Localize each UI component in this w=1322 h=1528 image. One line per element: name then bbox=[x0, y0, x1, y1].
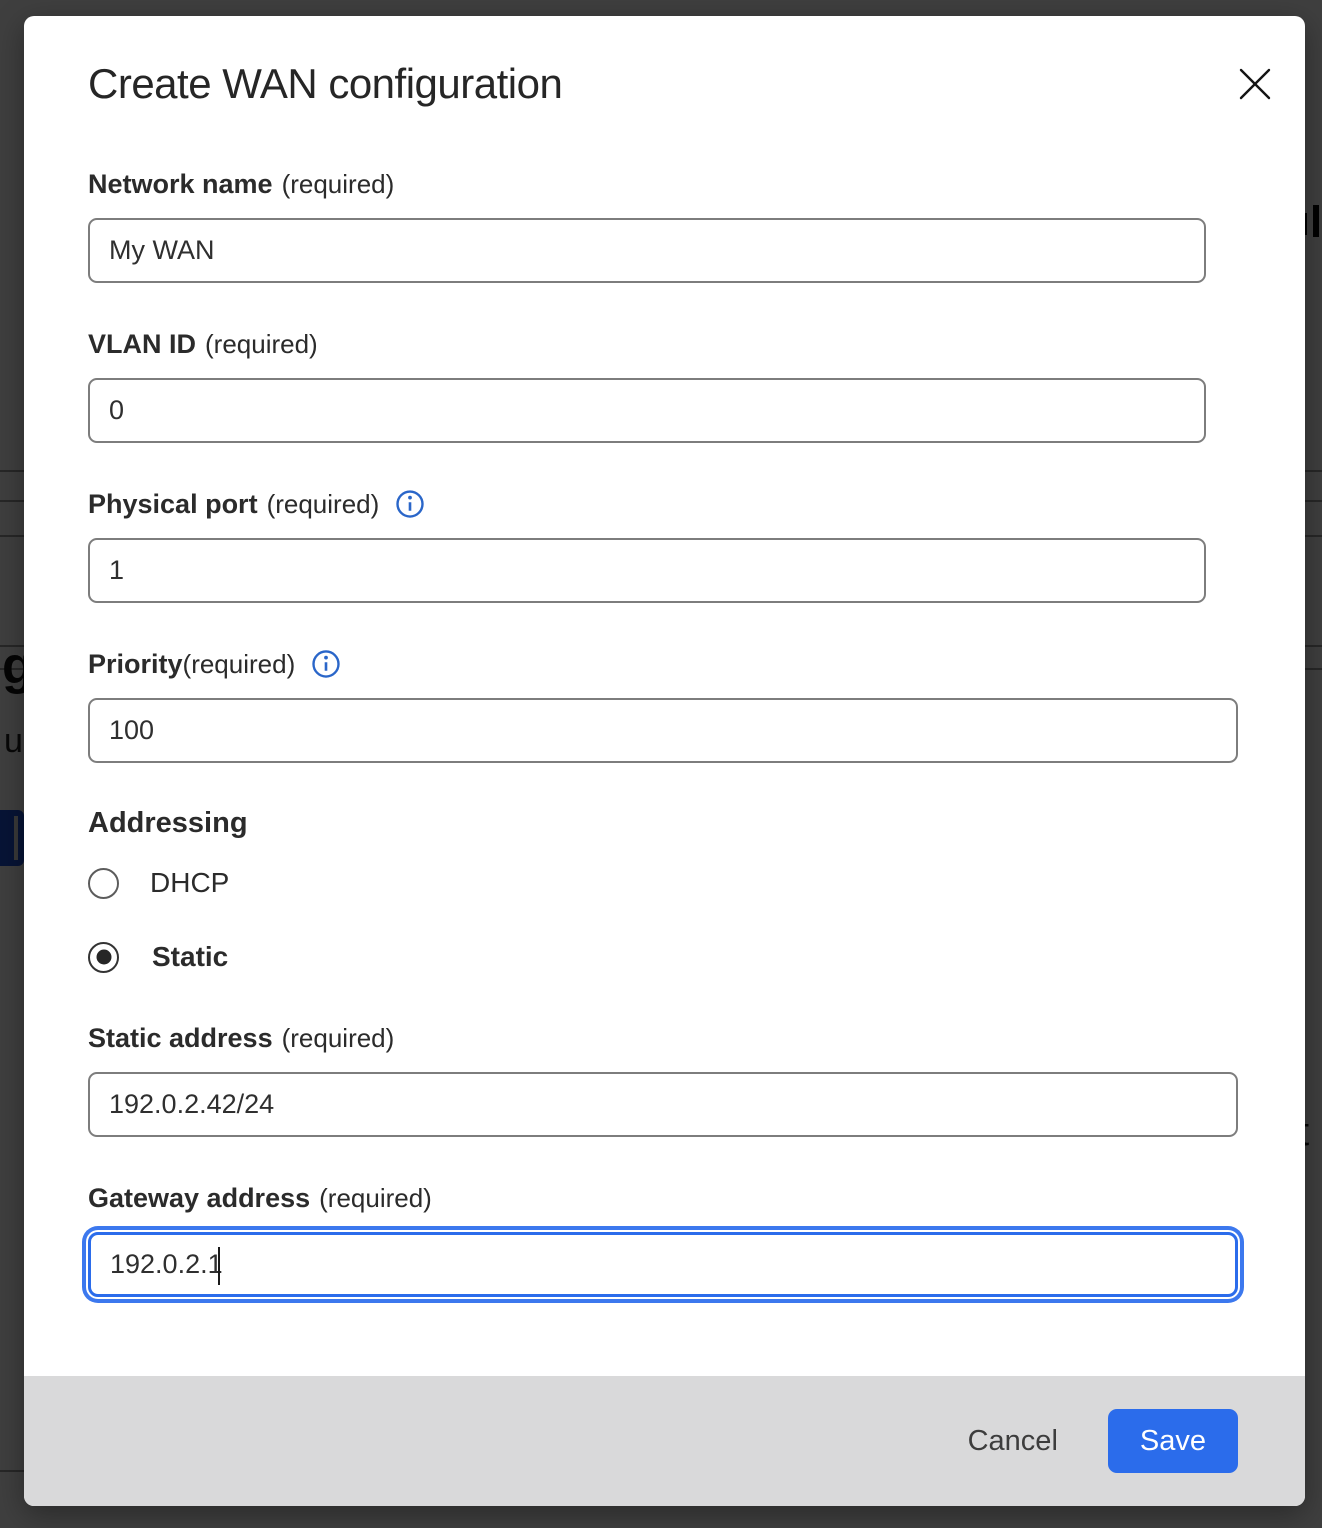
required-hint: (required) bbox=[319, 1182, 432, 1214]
addressing-option-static[interactable]: Static bbox=[88, 941, 1241, 973]
save-button[interactable]: Save bbox=[1108, 1409, 1238, 1473]
static-address-label-text: Static address bbox=[88, 1022, 273, 1054]
vlan-id-label-text: VLAN ID bbox=[88, 328, 196, 360]
priority-label: Priority (required) bbox=[88, 648, 1241, 680]
dialog-footer: Cancel Save bbox=[24, 1376, 1305, 1506]
gateway-address-input[interactable] bbox=[88, 1232, 1238, 1297]
vlan-id-input[interactable] bbox=[88, 378, 1206, 443]
physical-port-input[interactable] bbox=[88, 538, 1206, 603]
vlan-id-field-group: VLAN ID (required) bbox=[88, 328, 1241, 443]
close-icon bbox=[1238, 67, 1272, 101]
dhcp-radio-label: DHCP bbox=[150, 867, 229, 899]
network-name-field-group: Network name (required) bbox=[88, 168, 1241, 283]
network-name-label-text: Network name bbox=[88, 168, 273, 200]
physical-port-label-text: Physical port bbox=[88, 488, 258, 520]
dialog-title: Create WAN configuration bbox=[88, 60, 1241, 108]
static-address-label: Static address (required) bbox=[88, 1022, 1241, 1054]
priority-field-group: Priority (required) bbox=[88, 648, 1241, 763]
network-name-input[interactable] bbox=[88, 218, 1206, 283]
addressing-section-heading: Addressing bbox=[88, 807, 1241, 840]
addressing-option-dhcp[interactable]: DHCP bbox=[88, 867, 1241, 899]
physical-port-info-icon[interactable] bbox=[395, 489, 425, 519]
create-wan-configuration-dialog: Create WAN configuration Network name (r… bbox=[24, 16, 1305, 1506]
vlan-id-label: VLAN ID (required) bbox=[88, 328, 1241, 360]
close-button[interactable] bbox=[1233, 62, 1277, 106]
required-hint: (required) bbox=[282, 1022, 395, 1054]
priority-input[interactable] bbox=[88, 698, 1238, 763]
required-hint: (required) bbox=[205, 328, 318, 360]
required-hint: (required) bbox=[282, 168, 395, 200]
required-hint: (required) bbox=[183, 648, 296, 680]
physical-port-field-group: Physical port (required) bbox=[88, 488, 1241, 603]
static-radio-button[interactable] bbox=[88, 942, 119, 973]
priority-label-text: Priority bbox=[88, 648, 183, 680]
text-cursor bbox=[218, 1247, 220, 1285]
static-radio-label: Static bbox=[152, 941, 228, 973]
required-hint: (required) bbox=[267, 488, 380, 520]
gateway-address-label-text: Gateway address bbox=[88, 1182, 310, 1214]
gateway-address-field-group: Gateway address (required) bbox=[88, 1182, 1241, 1297]
gateway-address-label: Gateway address (required) bbox=[88, 1182, 1241, 1214]
physical-port-label: Physical port (required) bbox=[88, 488, 1241, 520]
dhcp-radio-button[interactable] bbox=[88, 868, 119, 899]
cancel-button[interactable]: Cancel bbox=[968, 1425, 1058, 1458]
static-address-field-group: Static address (required) bbox=[88, 1022, 1241, 1137]
priority-info-icon[interactable] bbox=[311, 649, 341, 679]
static-address-input[interactable] bbox=[88, 1072, 1238, 1137]
network-name-label: Network name (required) bbox=[88, 168, 1241, 200]
gateway-address-input-wrapper bbox=[88, 1232, 1238, 1297]
dialog-body: Create WAN configuration Network name (r… bbox=[24, 16, 1305, 1376]
